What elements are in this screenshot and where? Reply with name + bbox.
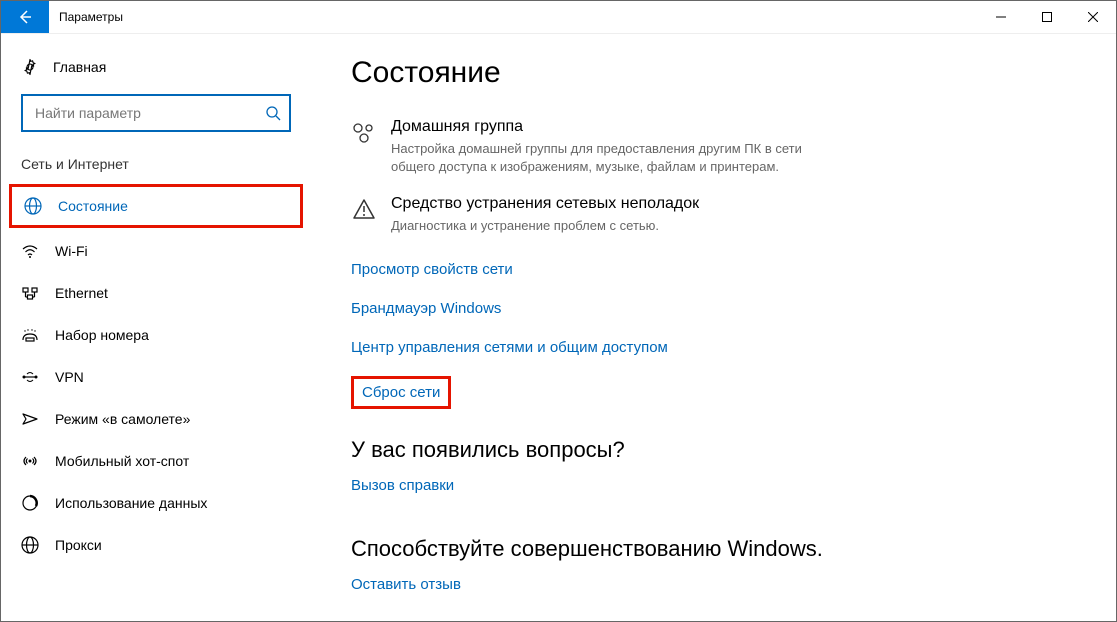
sidebar-item-dialup[interactable]: Набор номера bbox=[1, 314, 311, 356]
sidebar-item-label: Ethernet bbox=[55, 285, 108, 301]
maximize-icon bbox=[1042, 12, 1052, 22]
link-feedback[interactable]: Оставить отзыв bbox=[351, 576, 461, 593]
arrow-left-icon bbox=[17, 9, 33, 25]
page-heading: Состояние bbox=[351, 56, 1076, 90]
link-get-help[interactable]: Вызов справки bbox=[351, 477, 454, 494]
sidebar-item-label: Набор номера bbox=[55, 327, 149, 343]
close-icon bbox=[1088, 12, 1098, 22]
sidebar: Главная Сеть и Интернет Состояние Wi bbox=[1, 34, 311, 621]
body: Главная Сеть и Интернет Состояние Wi bbox=[1, 34, 1116, 621]
sidebar-item-status[interactable]: Состояние bbox=[9, 184, 303, 228]
proxy-icon bbox=[21, 536, 39, 554]
homegroup-icon bbox=[351, 118, 377, 175]
link-sharing-center[interactable]: Центр управления сетями и общим доступом bbox=[351, 339, 668, 356]
home-label: Главная bbox=[53, 59, 106, 75]
gear-icon bbox=[21, 58, 39, 76]
sidebar-item-label: Wi-Fi bbox=[55, 243, 88, 259]
dialup-icon bbox=[21, 326, 39, 344]
sidebar-item-wifi[interactable]: Wi-Fi bbox=[1, 230, 311, 272]
data-usage-icon bbox=[21, 494, 39, 512]
sidebar-item-proxy[interactable]: Прокси bbox=[1, 524, 311, 566]
home-link[interactable]: Главная bbox=[1, 52, 311, 90]
sidebar-item-label: Состояние bbox=[58, 198, 128, 214]
sidebar-item-label: VPN bbox=[55, 369, 84, 385]
search-box[interactable] bbox=[21, 94, 291, 132]
warning-icon bbox=[351, 195, 377, 235]
settings-window: Параметры Главная bbox=[0, 0, 1117, 622]
section-label: Сеть и Интернет bbox=[1, 150, 311, 182]
sidebar-item-label: Использование данных bbox=[55, 495, 207, 511]
homegroup-section[interactable]: Домашняя группа Настройка домашней групп… bbox=[351, 118, 831, 175]
sidebar-item-airplane[interactable]: Режим «в самолете» bbox=[1, 398, 311, 440]
window-controls bbox=[978, 1, 1116, 33]
window-title: Параметры bbox=[49, 1, 133, 33]
sidebar-item-label: Режим «в самолете» bbox=[55, 411, 190, 427]
troubleshoot-section[interactable]: Средство устранения сетевых неполадок Ди… bbox=[351, 195, 831, 235]
maximize-button[interactable] bbox=[1024, 1, 1070, 33]
homegroup-desc: Настройка домашней группы для предоставл… bbox=[391, 140, 831, 175]
minimize-button[interactable] bbox=[978, 1, 1024, 33]
ethernet-icon bbox=[21, 284, 39, 302]
content: Состояние Домашняя группа Настройка дома… bbox=[311, 34, 1116, 621]
close-button[interactable] bbox=[1070, 1, 1116, 33]
sidebar-item-datausage[interactable]: Использование данных bbox=[1, 482, 311, 524]
link-view-network-props[interactable]: Просмотр свойств сети bbox=[351, 261, 513, 278]
homegroup-title: Домашняя группа bbox=[391, 118, 831, 136]
sidebar-item-ethernet[interactable]: Ethernet bbox=[1, 272, 311, 314]
link-network-reset[interactable]: Сброс сети bbox=[351, 376, 451, 409]
sidebar-item-label: Прокси bbox=[55, 537, 102, 553]
search-icon bbox=[265, 105, 281, 121]
vpn-icon bbox=[21, 368, 39, 386]
improve-heading: Способствуйте совершенствованию Windows. bbox=[351, 536, 1076, 562]
titlebar: Параметры bbox=[1, 1, 1116, 34]
wifi-icon bbox=[21, 242, 39, 260]
back-button[interactable] bbox=[1, 1, 49, 33]
hotspot-icon bbox=[21, 452, 39, 470]
minimize-icon bbox=[996, 12, 1006, 22]
search-input[interactable] bbox=[33, 104, 265, 122]
troubleshoot-title: Средство устранения сетевых неполадок bbox=[391, 195, 699, 213]
airplane-icon bbox=[21, 410, 39, 428]
troubleshoot-desc: Диагностика и устранение проблем с сетью… bbox=[391, 217, 699, 235]
questions-heading: У вас появились вопросы? bbox=[351, 437, 1076, 463]
link-firewall[interactable]: Брандмауэр Windows bbox=[351, 300, 501, 317]
sidebar-item-label: Мобильный хот-спот bbox=[55, 453, 189, 469]
sidebar-item-hotspot[interactable]: Мобильный хот-спот bbox=[1, 440, 311, 482]
globe-icon bbox=[24, 197, 42, 215]
sidebar-item-vpn[interactable]: VPN bbox=[1, 356, 311, 398]
